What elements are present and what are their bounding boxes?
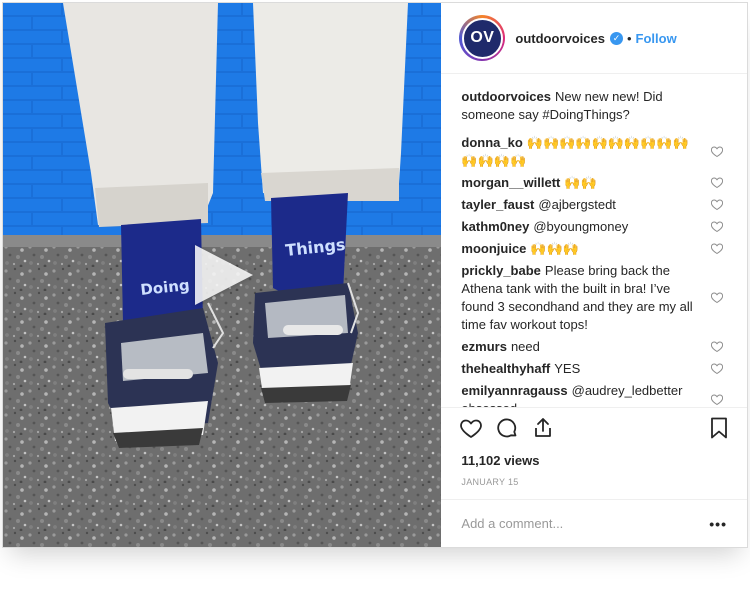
post-actions bbox=[441, 407, 747, 447]
video-media[interactable]: Doing Things bbox=[3, 3, 442, 547]
more-options-button[interactable]: ••• bbox=[709, 516, 727, 532]
heart-icon[interactable] bbox=[459, 416, 483, 440]
share-upload-icon[interactable] bbox=[531, 416, 555, 440]
comment-item: ezmurs need bbox=[461, 338, 727, 356]
comment-username[interactable]: prickly_babe bbox=[461, 263, 541, 278]
comment-username[interactable]: morgan__willett bbox=[461, 175, 560, 190]
comment-text: need bbox=[510, 339, 540, 354]
bookmark-icon[interactable] bbox=[707, 416, 731, 440]
comment-item: thehealthyhaff YES bbox=[461, 360, 727, 378]
comment-item: kathm0ney @byoungmoney bbox=[461, 218, 727, 236]
verified-badge-icon: ✓ bbox=[609, 31, 623, 45]
comment-text: 🙌🙌 bbox=[564, 175, 597, 190]
comment-username[interactable]: thehealthyhaff bbox=[461, 361, 550, 376]
add-comment-bar: ••• bbox=[441, 499, 747, 547]
heart-outline-icon[interactable] bbox=[711, 146, 723, 158]
post-sidebar: OV outdoorvoices ✓ • Follow outdoorvoice… bbox=[441, 3, 747, 547]
heart-outline-icon[interactable] bbox=[711, 363, 723, 375]
post-date[interactable]: JANUARY 15 bbox=[441, 468, 747, 499]
comment-username[interactable]: tayler_faust bbox=[461, 197, 534, 212]
comment-item: morgan__willett 🙌🙌 bbox=[461, 174, 727, 192]
post-caption: outdoorvoices New new new! Did someone sa… bbox=[461, 88, 727, 124]
comment-username[interactable]: moonjuice bbox=[461, 241, 526, 256]
heart-outline-icon[interactable] bbox=[711, 341, 723, 353]
add-comment-input[interactable] bbox=[461, 516, 710, 531]
heart-outline-icon[interactable] bbox=[711, 221, 723, 233]
play-icon[interactable] bbox=[195, 245, 253, 305]
caption-username[interactable]: outdoorvoices bbox=[461, 89, 551, 104]
comment-username[interactable]: emilyannragauss bbox=[461, 383, 567, 398]
comment-text: 🙌🙌🙌 bbox=[530, 241, 579, 256]
follow-button[interactable]: Follow bbox=[636, 31, 677, 46]
comment-item: donna_ko 🙌🙌🙌🙌🙌🙌🙌🙌🙌🙌🙌🙌🙌🙌 bbox=[461, 134, 727, 170]
heart-outline-icon[interactable] bbox=[711, 292, 723, 304]
comment-item: tayler_faust @ajbergstedt bbox=[461, 196, 727, 214]
instagram-post-card: Doing Things OV outdoorvoices ✓ • Follow… bbox=[2, 2, 748, 548]
comment-text: YES bbox=[554, 361, 581, 376]
comment-username[interactable]: donna_ko bbox=[461, 135, 522, 150]
comment-item: prickly_babe Please bring back the Athena… bbox=[461, 262, 727, 334]
comment-item: emilyannragauss@audrey_ledbetter obsesse… bbox=[461, 382, 727, 407]
comment-username[interactable]: kathm0ney bbox=[461, 219, 529, 234]
comment-text: @byoungmoney bbox=[533, 219, 629, 234]
view-count[interactable]: 11,102 views bbox=[441, 447, 747, 468]
heart-outline-icon[interactable] bbox=[711, 394, 723, 406]
avatar[interactable]: OV bbox=[459, 15, 506, 61]
comment-item: moonjuice 🙌🙌🙌 bbox=[461, 240, 727, 258]
author-username[interactable]: outdoorvoices bbox=[515, 31, 605, 46]
comments-list[interactable]: outdoorvoices New new new! Did someone sa… bbox=[441, 74, 747, 407]
header-separator: • bbox=[626, 30, 632, 46]
comment-username[interactable]: ezmurs bbox=[461, 339, 507, 354]
heart-outline-icon[interactable] bbox=[711, 177, 723, 189]
comment-text: @ajbergstedt bbox=[538, 197, 616, 212]
heart-outline-icon[interactable] bbox=[711, 199, 723, 211]
post-header: OV outdoorvoices ✓ • Follow bbox=[441, 3, 747, 74]
avatar-logo: OV bbox=[461, 17, 503, 59]
heart-outline-icon[interactable] bbox=[711, 243, 723, 255]
comment-bubble-icon[interactable] bbox=[495, 416, 519, 440]
